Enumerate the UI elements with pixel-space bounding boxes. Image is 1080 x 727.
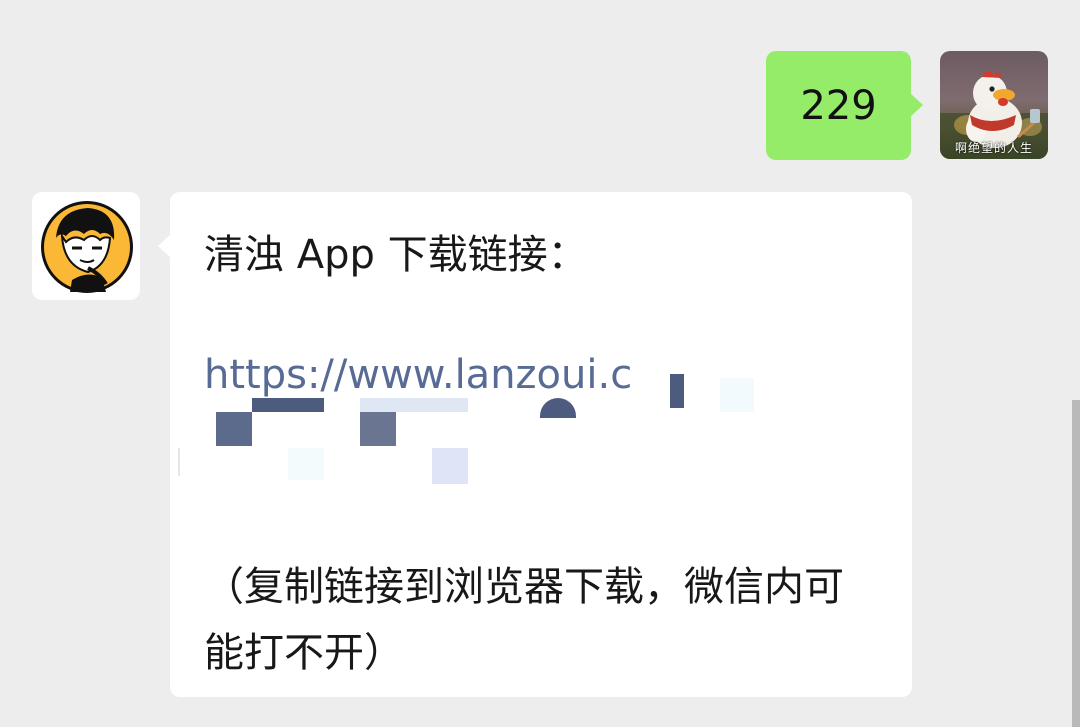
- redaction-block: [252, 398, 324, 412]
- redaction-block: [178, 448, 186, 476]
- outgoing-message-bubble[interactable]: 229: [766, 51, 923, 160]
- redaction-block: [540, 398, 576, 418]
- scrollbar[interactable]: [1072, 400, 1080, 727]
- my-avatar[interactable]: 啊绝望的人生: [940, 51, 1048, 159]
- redaction-block: [216, 412, 252, 446]
- incoming-message-bubble[interactable]: 清浊 App 下载链接： https://www.lanzoui.c （复制链接…: [158, 192, 912, 697]
- contact-avatar[interactable]: [32, 192, 140, 300]
- redaction-block: [288, 448, 324, 480]
- redaction-block: [360, 412, 396, 446]
- redaction-block: [432, 448, 468, 484]
- message-note-line-2: 能打不开）: [204, 630, 404, 676]
- redaction-block: [720, 378, 754, 412]
- redaction-block: [360, 398, 468, 412]
- download-link[interactable]: https://www.lanzoui.c: [204, 352, 632, 398]
- cartoon-boy-avatar-icon: [41, 201, 133, 293]
- outgoing-message-text: 229: [800, 82, 877, 129]
- redaction-block: [670, 374, 684, 408]
- avatar-caption: 啊绝望的人生: [954, 141, 1033, 155]
- message-title: 清浊 App 下载链接：: [204, 232, 588, 278]
- message-note-line-1: （复制链接到浏览器下载，微信内可: [204, 564, 844, 610]
